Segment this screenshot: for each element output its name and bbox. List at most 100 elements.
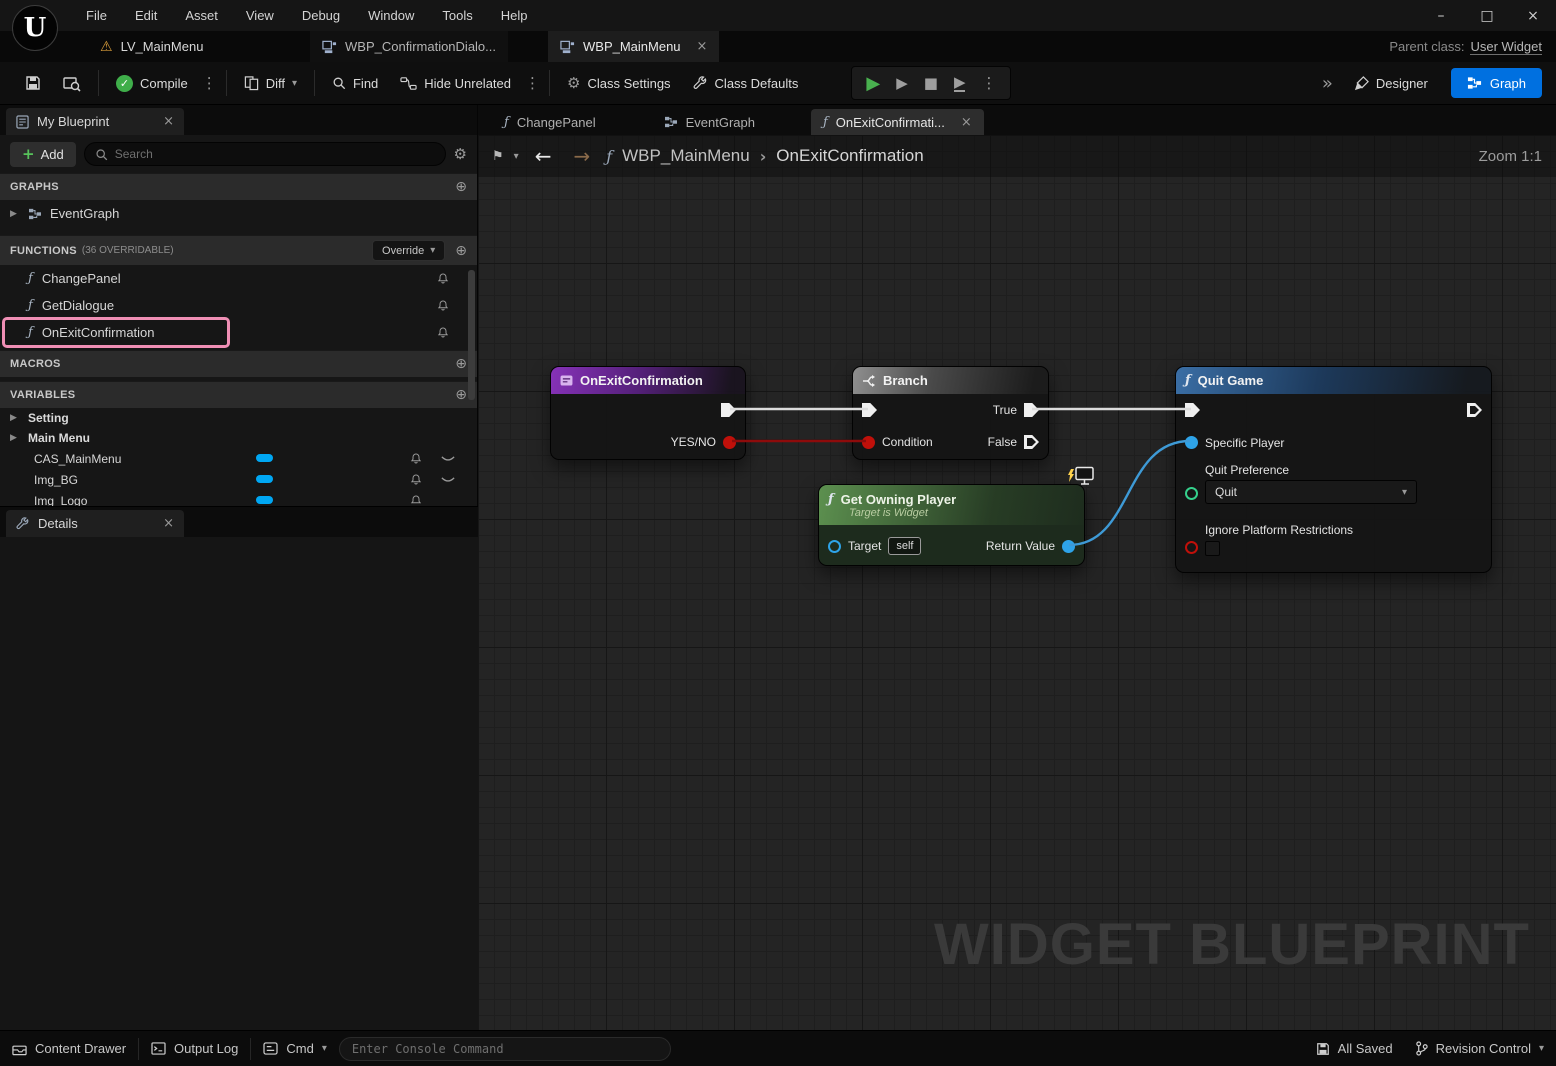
breadcrumb-current[interactable]: OnExitConfirmation — [776, 146, 923, 166]
graphs-section-header[interactable]: GRAPHS ⊕ — [0, 173, 477, 200]
menu-window[interactable]: Window — [354, 0, 428, 31]
true-exec-pin[interactable] — [1024, 403, 1039, 417]
menu-debug[interactable]: Debug — [288, 0, 354, 31]
macros-section-header[interactable]: MACROS ⊕ — [0, 350, 477, 377]
play-options-kebab-icon[interactable]: ⋮ — [973, 74, 1004, 92]
launch-button[interactable]: ▶ — [953, 74, 966, 92]
menu-edit[interactable]: Edit — [121, 0, 171, 31]
quit-preference-pin[interactable] — [1185, 487, 1198, 500]
output-log-button[interactable]: Output Log — [151, 1041, 238, 1056]
hide-unrelated-button[interactable]: Hide Unrelated — [389, 68, 522, 98]
diff-button[interactable]: Diff ▾ — [233, 68, 308, 98]
close-icon[interactable]: × — [163, 516, 174, 531]
nav-forward-icon[interactable]: → — [567, 144, 596, 168]
return-value-pin[interactable] — [1062, 539, 1075, 553]
functions-section-header[interactable]: FUNCTIONS (36 OVERRIDABLE) Override ▾ ⊕ — [0, 235, 477, 265]
tab-my-blueprint[interactable]: My Blueprint × — [6, 108, 184, 135]
node-onexitconfirmation[interactable]: OnExitConfirmation YES/NO — [550, 366, 746, 460]
exec-out-pin[interactable] — [721, 403, 736, 417]
bell-icon[interactable] — [437, 272, 449, 285]
breadcrumb-root[interactable]: WBP_MainMenu — [622, 146, 750, 166]
quit-preference-dropdown[interactable]: Quit ▾ — [1205, 480, 1417, 504]
frame-skip-button[interactable]: ▶ — [888, 74, 916, 92]
variable-item-img-bg[interactable]: Img_BG — [0, 469, 477, 490]
add-graph-icon[interactable]: ⊕ — [455, 179, 467, 195]
variables-section-header[interactable]: VARIABLES ⊕ — [0, 381, 477, 408]
maximize-icon[interactable]: □ — [1464, 0, 1510, 31]
expander-arrow-icon[interactable]: ▶ — [10, 413, 20, 423]
variable-item-img-logo[interactable]: Img_Logo — [0, 490, 477, 506]
eye-closed-icon[interactable] — [441, 455, 455, 464]
minimize-icon[interactable]: – — [1418, 0, 1464, 31]
close-icon[interactable]: × — [163, 114, 174, 129]
graph-tab-eventgraph[interactable]: EventGraph — [652, 109, 767, 135]
close-icon[interactable]: × — [697, 39, 708, 54]
designer-button[interactable]: Designer — [1343, 68, 1439, 98]
bell-icon[interactable] — [437, 299, 449, 312]
expander-arrow-icon[interactable]: ▶ — [10, 433, 20, 443]
condition-pin[interactable] — [862, 435, 875, 449]
search-input[interactable] — [114, 147, 435, 161]
tab-level-asset[interactable]: ⚠ LV_MainMenu — [100, 31, 203, 62]
add-macro-icon[interactable]: ⊕ — [455, 356, 467, 372]
tab-wbp-mainmenu[interactable]: WBP_MainMenu × — [548, 31, 720, 62]
menu-file[interactable]: File — [72, 0, 121, 31]
sidebar-item-eventgraph[interactable]: ▶ EventGraph — [0, 200, 477, 227]
add-variable-icon[interactable]: ⊕ — [455, 387, 467, 403]
stop-button[interactable]: ■ — [916, 74, 946, 92]
tab-wbp-confirmationdialog[interactable]: WBP_ConfirmationDialo... — [310, 31, 508, 62]
class-settings-button[interactable]: ⚙ Class Settings — [556, 68, 682, 98]
compile-button[interactable]: ✓ Compile — [105, 68, 199, 98]
function-item-onexitconfirmation[interactable]: ƒ OnExitConfirmation — [0, 317, 477, 348]
menu-asset[interactable]: Asset — [171, 0, 232, 31]
eye-closed-icon[interactable] — [441, 476, 455, 485]
false-exec-pin[interactable] — [1024, 435, 1039, 449]
toolbar-overflow-icon[interactable]: » — [1312, 73, 1343, 94]
class-defaults-button[interactable]: Class Defaults — [682, 68, 810, 98]
function-item-changepanel[interactable]: ƒ ChangePanel — [0, 265, 477, 292]
find-button[interactable]: Find — [321, 68, 389, 98]
save-button[interactable] — [14, 68, 52, 98]
compile-options-kebab-icon[interactable]: ⋮ — [199, 74, 220, 92]
graph-tab-changepanel[interactable]: ƒ ChangePanel — [492, 109, 608, 135]
bell-icon[interactable] — [437, 326, 449, 339]
tab-details[interactable]: Details × — [6, 510, 184, 537]
specific-player-pin[interactable] — [1185, 436, 1198, 449]
ignore-platform-restrictions-checkbox[interactable] — [1205, 541, 1220, 556]
scrollbar-thumb[interactable] — [468, 270, 475, 400]
menu-help[interactable]: Help — [487, 0, 542, 31]
bookmark-chevron-icon[interactable]: ▾ — [514, 151, 519, 162]
exec-in-pin[interactable] — [862, 403, 877, 417]
graph-tab-onexitconfirmation[interactable]: ƒ OnExitConfirmati... × — [810, 109, 984, 135]
unreal-logo[interactable]: U — [12, 5, 58, 51]
bell-icon[interactable] — [410, 473, 422, 486]
hide-unrelated-kebab-icon[interactable]: ⋮ — [522, 74, 543, 92]
parent-class-link[interactable]: User Widget — [1470, 39, 1542, 55]
play-button[interactable]: ▶ — [858, 73, 888, 94]
content-drawer-button[interactable]: Content Drawer — [12, 1041, 126, 1056]
graph-canvas[interactable]: ⚑ ▾ ← → ƒ WBP_MainMenu › OnExitConfirmat… — [478, 135, 1556, 1030]
nav-back-icon[interactable]: ← — [529, 144, 558, 168]
variable-category-main-menu[interactable]: ▶ Main Menu — [0, 428, 477, 448]
function-item-getdialogue[interactable]: ƒ GetDialogue — [0, 292, 477, 319]
all-saved-indicator[interactable]: All Saved — [1316, 1041, 1393, 1056]
revision-control-button[interactable]: Revision Control ▾ — [1415, 1041, 1544, 1056]
ignore-platform-restrictions-pin[interactable] — [1185, 541, 1198, 554]
bookmark-icon[interactable]: ⚑ — [492, 149, 504, 164]
add-function-icon[interactable]: ⊕ — [455, 243, 467, 259]
variable-item-cas-mainmenu[interactable]: CAS_MainMenu — [0, 448, 477, 469]
window-close-icon[interactable]: × — [1510, 0, 1556, 31]
node-branch[interactable]: Branch True Condition False — [852, 366, 1049, 460]
node-quit-game[interactable]: ƒ Quit Game Specific Player Quit Prefere… — [1175, 366, 1492, 573]
close-icon[interactable]: × — [961, 115, 972, 130]
variable-category-setting[interactable]: ▶ Setting — [0, 408, 477, 428]
console-command-input[interactable] — [351, 1041, 658, 1056]
bell-icon[interactable] — [410, 452, 422, 465]
cmd-selector[interactable]: Cmd ▾ — [263, 1041, 327, 1056]
menu-tools[interactable]: Tools — [428, 0, 486, 31]
object-wire-returnvalue-to-specificplayer[interactable] — [1068, 439, 1191, 547]
add-button[interactable]: + Add — [10, 141, 76, 167]
node-get-owning-player[interactable]: ƒ Get Owning Player Target is Widget Tar… — [818, 484, 1085, 566]
exec-in-pin[interactable] — [1185, 403, 1200, 417]
graph-button[interactable]: Graph — [1450, 68, 1542, 98]
